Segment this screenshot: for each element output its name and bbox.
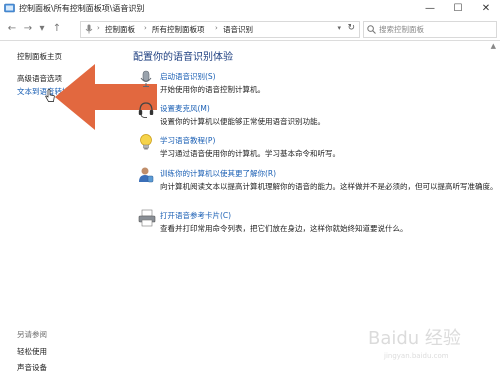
train-computer-desc: 向计算机阅读文本以提高计算机理解你的语音的能力。这样做并不是必须的，但可以提高听…	[160, 182, 498, 191]
forward-arrow-icon[interactable]: →	[21, 22, 35, 36]
breadcrumb-speech-recognition[interactable]: 语音识别	[223, 24, 253, 35]
title-bar: 控制面板\所有控制面板项\语音识别 — ☐ ✕	[0, 0, 500, 19]
sidebar-item-ease-of-access[interactable]: 轻松使用	[17, 346, 47, 357]
scroll-up-icon[interactable]: ▲	[491, 42, 496, 50]
back-arrow-icon[interactable]: ←	[5, 22, 19, 36]
baidu-watermark-icon: Baidu 经验 jingyan.baidu.com	[368, 328, 461, 360]
train-computer-link[interactable]: 训练你的计算机以使其更了解你(R)	[160, 168, 276, 179]
control-panel-icon	[4, 3, 15, 13]
close-button[interactable]: ✕	[474, 0, 498, 18]
maximize-button[interactable]: ☐	[446, 0, 470, 18]
address-dropdown-icon[interactable]: ▾	[337, 24, 341, 32]
start-speech-recognition-desc: 开始使用你的语音控制计算机。	[160, 85, 265, 94]
watermark-text: Baidu 经验	[368, 328, 461, 349]
headset-icon	[138, 102, 154, 119]
window-title: 控制面板\所有控制面板项\语音识别	[19, 4, 145, 13]
search-placeholder: 搜索控制面板	[379, 25, 424, 34]
microphone-small-icon	[85, 24, 93, 34]
setup-microphone-desc: 设置你的计算机以便能够正常使用语音识别功能。	[160, 117, 325, 126]
breadcrumb-all-items[interactable]: 所有控制面板项	[152, 24, 205, 35]
open-reference-card-desc: 查看并打印常用命令列表，把它们放在身边，这样你就始终知道要说什么。	[160, 224, 408, 233]
speech-tutorial-link[interactable]: 学习语音教程(P)	[160, 135, 215, 146]
lightbulb-icon	[140, 134, 152, 150]
breadcrumb-separator: ›	[144, 24, 147, 32]
breadcrumb-separator: ›	[97, 24, 100, 32]
user-training-icon	[139, 167, 154, 183]
open-reference-card-link[interactable]: 打开语音参考卡片(C)	[160, 210, 231, 221]
breadcrumb-separator: ›	[215, 24, 218, 32]
start-speech-recognition-link[interactable]: 启动语音识别(S)	[160, 71, 216, 82]
printer-icon	[138, 209, 156, 227]
sidebar-item-control-panel-home[interactable]: 控制面板主页	[17, 51, 62, 62]
microphone-icon	[140, 70, 152, 87]
hand-cursor-icon	[45, 89, 55, 102]
minimize-button[interactable]: —	[418, 0, 442, 18]
address-bar[interactable]: › 控制面板 › 所有控制面板项 › 语音识别 ▾ ↻	[80, 21, 360, 38]
see-also-heading: 另请参阅	[17, 330, 47, 339]
sidebar-item-sound-devices[interactable]: 声音设备	[17, 362, 47, 373]
watermark-subtext: jingyan.baidu.com	[383, 352, 449, 360]
speech-tutorial-desc: 学习通过语音使用你的计算机。学习基本命令和听写。	[160, 149, 340, 158]
search-input[interactable]: 搜索控制面板	[363, 21, 497, 38]
setup-microphone-link[interactable]: 设置麦克风(M)	[160, 103, 210, 114]
recent-locations-icon[interactable]: ▾	[35, 22, 49, 36]
up-arrow-icon[interactable]: ↑	[50, 22, 64, 36]
search-icon	[367, 25, 376, 34]
page-title: 配置你的语音识别体验	[133, 52, 233, 63]
breadcrumb-control-panel[interactable]: 控制面板	[105, 24, 135, 35]
navigation-bar: ← → ▾ ↑ › 控制面板 › 所有控制面板项 › 语音识别 ▾ ↻ 搜索控制…	[0, 18, 500, 41]
refresh-icon[interactable]: ↻	[347, 23, 355, 33]
